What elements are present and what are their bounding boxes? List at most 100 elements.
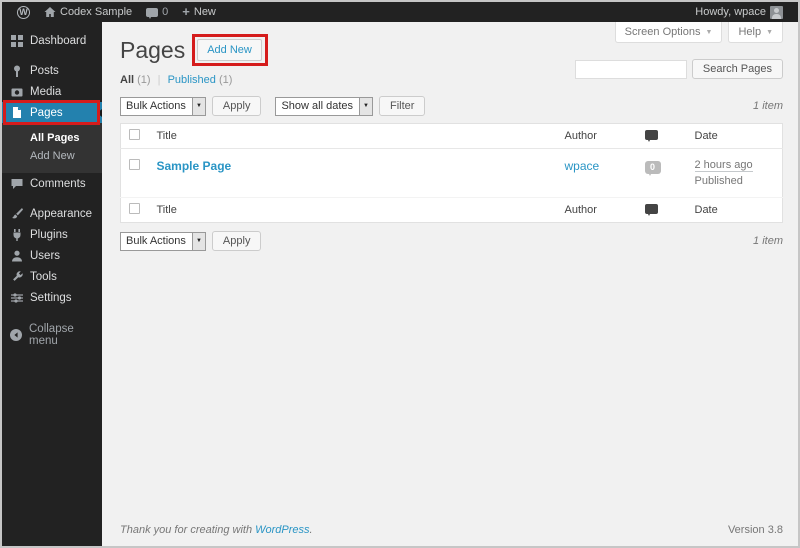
sidebar-label: Users [30,249,61,262]
screen-options-button[interactable]: Screen Options ▼ [614,22,723,43]
sidebar-item-plugins[interactable]: Plugins [2,224,102,245]
item-count-bottom: 1 item [753,235,783,247]
filter-all-count: (1) [137,74,151,86]
collapse-icon [10,328,22,341]
sidebar-label: Tools [30,270,57,283]
table-row-sample-page: Sample Page wpace 0 2 hours ago Publishe… [120,148,783,198]
bulk-actions-value: Bulk Actions [126,99,186,112]
sidebar-label: Settings [30,291,72,304]
help-label: Help [738,26,762,38]
column-author-bottom: Author [556,197,637,223]
sidebar-label: Pages [30,106,63,119]
footer-thanks: Thank you for creating with WordPress. [120,524,313,536]
admin-bar-comment-count: 0 [162,6,169,18]
filter-button[interactable]: Filter [379,96,426,116]
wordpress-logo-menu[interactable]: W [10,2,37,22]
chevron-down-icon: ▼ [766,28,773,36]
column-date-bottom[interactable]: Date [686,197,783,223]
pages-table: Title Author Date Sample Page wpace 0 2 … [120,123,783,223]
new-content-menu[interactable]: + New [175,2,223,22]
select-all-checkbox-bottom[interactable] [129,203,140,214]
select-all-checkbox[interactable] [129,129,140,140]
submenu-all-pages[interactable]: All Pages [2,129,102,147]
plus-icon: + [182,4,190,19]
bulk-actions-value: Bulk Actions [126,234,186,247]
comments-icon [146,7,159,19]
screen-options-label: Screen Options [624,26,701,38]
filter-published-link[interactable]: Published [168,74,216,86]
row-checkbox[interactable] [129,159,140,170]
sidebar-label: Plugins [30,228,68,241]
sidebar-label: Dashboard [30,34,87,47]
sidebar-item-dashboard[interactable]: Dashboard [2,30,102,51]
apply-button-bottom[interactable]: Apply [211,231,262,251]
main-content: Screen Options ▼ Help ▼ Pages Add New Al… [102,22,798,546]
page-footer: Thank you for creating with WordPress. V… [102,520,798,546]
site-menu[interactable]: Codex Sample [37,2,139,22]
sidebar-item-settings[interactable]: Settings [2,287,102,308]
collapse-label: Collapse menu [29,322,74,347]
table-header-row: Title Author Date [120,123,783,149]
column-date[interactable]: Date [686,123,783,149]
sidebar-item-media[interactable]: Media [2,81,102,102]
sidebar: Dashboard Posts Media Pages All Pages Ad… [2,22,102,546]
column-comments[interactable] [636,123,687,149]
tools-icon [10,270,23,283]
help-button[interactable]: Help ▼ [728,22,783,43]
comment-count-bubble[interactable]: 0 [644,161,661,176]
bulk-actions-select-bottom[interactable]: Bulk Actions ▼ [120,231,206,251]
page-link-sample-page[interactable]: Sample Page [157,159,232,173]
date-relative: 2 hours ago [694,159,753,172]
sidebar-item-appearance[interactable]: Appearance [2,203,102,224]
avatar [770,5,783,19]
wordpress-link[interactable]: WordPress [255,524,309,536]
settings-icon [10,292,23,304]
sidebar-item-tools[interactable]: Tools [2,266,102,287]
admin-bar-comments[interactable]: 0 [139,2,175,22]
column-title-bottom[interactable]: Title [148,197,557,223]
filter-all-link[interactable]: All [120,74,134,86]
column-author: Author [556,123,637,149]
dates-filter-select[interactable]: Show all dates ▼ [275,96,373,116]
dropdown-arrow-icon: ▼ [359,97,372,115]
users-icon [10,250,23,262]
sidebar-separator [2,51,102,60]
posts-icon [10,65,23,77]
search-input[interactable] [574,59,687,79]
search-pages-button[interactable]: Search Pages [691,59,783,79]
filter-published-count: (1) [218,74,233,86]
tablenav-top: Bulk Actions ▼ Apply Show all dates ▼ Fi… [120,96,783,116]
column-title[interactable]: Title [148,123,557,149]
sidebar-separator [2,194,102,203]
pages-submenu: All Pages Add New [2,123,102,173]
account-menu[interactable]: Howdy, wpace [688,2,790,22]
site-name: Codex Sample [60,6,133,18]
sidebar-item-posts[interactable]: Posts [2,60,102,81]
wordpress-logo-icon: W [17,5,30,19]
collapse-menu-button[interactable]: Collapse menu [2,322,102,347]
column-comments-bottom[interactable] [636,197,687,223]
comments-column-icon [644,129,658,142]
plugins-icon [10,228,23,241]
sidebar-item-pages[interactable]: Pages [2,100,102,125]
thanks-period: . [309,524,313,536]
page-title: Pages [120,36,186,63]
bulk-actions-select[interactable]: Bulk Actions ▼ [120,96,206,116]
version-label: Version 3.8 [727,524,783,536]
sidebar-label: Posts [30,64,59,77]
current-menu-arrow-icon [97,108,102,117]
sidebar-item-users[interactable]: Users [2,245,102,266]
dropdown-arrow-icon: ▼ [191,232,205,250]
sidebar-label: Comments [30,177,86,190]
dropdown-arrow-icon: ▼ [191,97,205,115]
thanks-text: Thank you for creating with [120,524,253,536]
tablenav-bottom: Bulk Actions ▼ Apply 1 item [120,231,783,251]
author-link[interactable]: wpace [565,159,600,173]
home-icon [44,7,56,17]
dashboard-icon [10,34,23,47]
sidebar-item-comments[interactable]: Comments [2,173,102,194]
apply-button[interactable]: Apply [211,96,262,116]
submenu-add-new[interactable]: Add New [2,147,102,165]
add-new-button[interactable]: Add New [197,39,262,61]
status-label: Published [694,175,743,187]
